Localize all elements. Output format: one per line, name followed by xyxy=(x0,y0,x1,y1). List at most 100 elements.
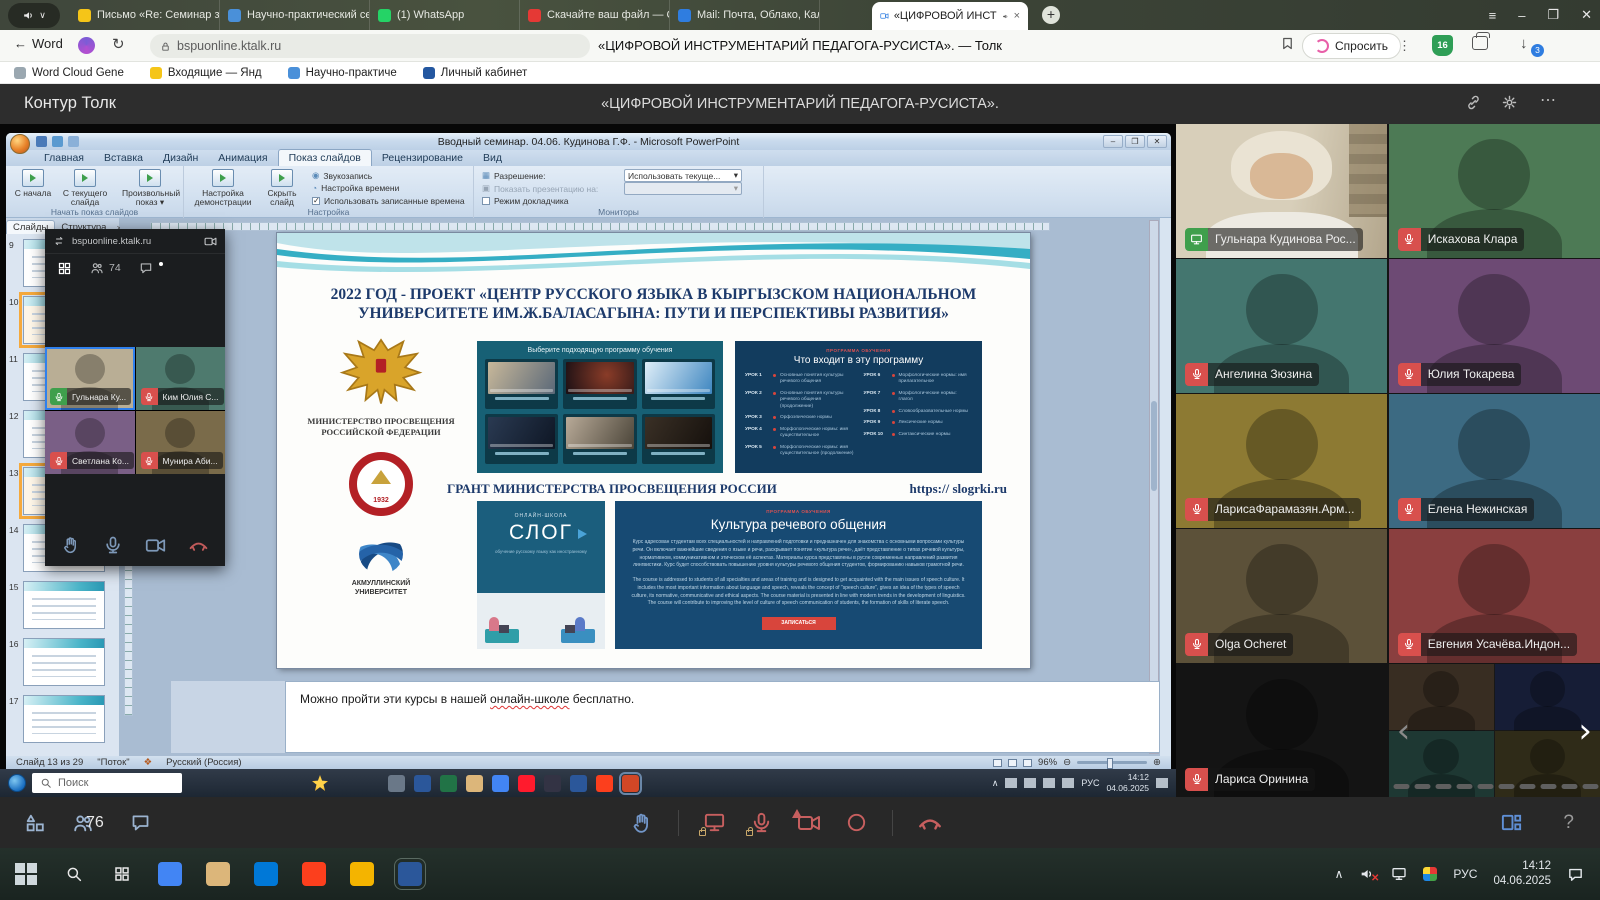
office-button[interactable] xyxy=(10,134,30,154)
window-close-button[interactable]: ✕ xyxy=(1581,7,1592,23)
start-button[interactable] xyxy=(14,862,38,886)
page-dot[interactable] xyxy=(1478,784,1494,789)
switch-tab-icon[interactable] xyxy=(53,235,65,247)
slideshow-view-button[interactable] xyxy=(1023,759,1032,767)
page-dot[interactable] xyxy=(1541,784,1557,789)
participant-tile[interactable]: Евгения Усачёва.Индон... xyxy=(1389,529,1600,663)
pagination-dots[interactable] xyxy=(1389,784,1600,789)
mic-button[interactable] xyxy=(750,811,773,834)
editor-scrollbar[interactable] xyxy=(1149,220,1159,754)
inner-notifications-icon[interactable] xyxy=(1156,778,1168,788)
page-dot[interactable] xyxy=(1499,784,1515,789)
ppt-minimize-button[interactable]: – xyxy=(1103,135,1123,148)
participant-tile[interactable]: Ангелина Зюзина xyxy=(1176,259,1387,393)
page-dot[interactable] xyxy=(1457,784,1473,789)
tray-mic-icon[interactable] xyxy=(1005,778,1017,788)
copy-link-icon[interactable] xyxy=(1465,94,1482,111)
browser-tab-active[interactable]: «ЦИФРОВОЙ ИНСТ × xyxy=(872,2,1028,30)
ppt-maximize-button[interactable]: ❐ xyxy=(1125,135,1145,148)
page-dot[interactable] xyxy=(1583,784,1599,789)
program-video-card[interactable] xyxy=(563,359,636,409)
camera-button[interactable] xyxy=(797,811,821,835)
chat-icon[interactable] xyxy=(139,261,153,275)
tray-volume-icon[interactable] xyxy=(1062,778,1074,788)
use-timings-checkbox[interactable]: Использовать записанные времена xyxy=(312,196,465,206)
tray-chevron-icon[interactable]: ∧ xyxy=(1335,867,1344,881)
new-tab-button[interactable]: + xyxy=(1042,6,1060,24)
program-video-card[interactable] xyxy=(642,359,715,409)
enroll-button[interactable]: ЗАПИСАТЬСЯ xyxy=(762,617,836,630)
inner-app-icon[interactable] xyxy=(622,775,639,792)
slide-thumbnail[interactable] xyxy=(23,581,105,629)
slide-thumbnail-row[interactable]: 17 xyxy=(6,692,119,749)
record-narration-item[interactable]: ◉Звукозапись xyxy=(312,170,372,181)
from-current-slide-button[interactable]: С текущего слайда xyxy=(62,169,108,208)
participant-tile[interactable]: Елена Нежинская xyxy=(1389,394,1600,528)
browser-tab[interactable]: (1) WhatsApp xyxy=(370,0,520,30)
slide-thumbnail[interactable] xyxy=(23,695,105,743)
taskbar-app-icon[interactable] xyxy=(206,862,230,886)
resolution-dropdown[interactable]: Использовать текуще...▾ xyxy=(624,169,742,182)
participant-tile[interactable]: ЛарисаФарамазян.Арм... xyxy=(1176,394,1387,528)
taskbar-search-icon[interactable] xyxy=(62,862,86,886)
ask-menu-icon[interactable]: ⋮ xyxy=(1398,38,1412,54)
inner-app-icon[interactable] xyxy=(492,775,509,792)
pip-participant-tile[interactable]: Ким Юлия С... xyxy=(136,347,226,410)
inner-app-icon[interactable] xyxy=(466,775,483,792)
help-button[interactable]: ? xyxy=(1563,812,1574,834)
tray-display-icon[interactable] xyxy=(1043,778,1055,788)
shared-tabs-icon[interactable] xyxy=(1472,36,1488,50)
page-dot[interactable] xyxy=(1415,784,1431,789)
antivirus-tray-icon[interactable] xyxy=(1423,867,1437,881)
inner-app-icon[interactable] xyxy=(440,775,457,792)
ribbon-tab[interactable]: Рецензирование xyxy=(372,150,473,166)
ribbon-tab[interactable]: Главная xyxy=(34,150,94,166)
presenter-view-checkbox[interactable]: Режим докладчика xyxy=(482,196,569,206)
from-beginning-button[interactable]: С начала xyxy=(10,169,56,198)
notifications-icon[interactable] xyxy=(1567,866,1584,883)
ribbon-tab[interactable]: Вид xyxy=(473,150,512,166)
status-language[interactable]: Русский (Россия) xyxy=(166,757,241,768)
browser-menu-icon[interactable]: ≡ xyxy=(1489,8,1497,23)
program-video-card[interactable] xyxy=(485,414,558,464)
window-restore-button[interactable]: ❐ xyxy=(1547,7,1559,23)
taskbar-app-icon[interactable] xyxy=(254,862,278,886)
tab-audio-button[interactable]: ∨ xyxy=(8,3,60,28)
more-menu-icon[interactable]: ⋯ xyxy=(1540,90,1556,110)
view-layout-button[interactable] xyxy=(1500,811,1523,834)
page-dot[interactable] xyxy=(1394,784,1410,789)
layout-mode-icon[interactable] xyxy=(24,812,46,834)
taskbar-clock[interactable]: 14:12 04.06.2025 xyxy=(1493,859,1551,889)
browser-tab[interactable]: Mail: Почта, Облако, Кале xyxy=(670,0,820,30)
tab-close-icon[interactable]: × xyxy=(1014,10,1020,22)
slide-thumbnail-row[interactable]: 15 xyxy=(6,578,119,635)
browser-tab[interactable]: Письмо «Re: Семинар за xyxy=(70,0,220,30)
browser-tab[interactable]: Научно-практический се xyxy=(220,0,370,30)
raise-hand-icon[interactable] xyxy=(61,535,81,555)
inner-app-icon[interactable] xyxy=(388,775,405,792)
ribbon-tab[interactable]: Дизайн xyxy=(153,150,208,166)
page-dot[interactable] xyxy=(1562,784,1578,789)
bookmark-item[interactable]: Word Cloud Gene xyxy=(14,67,124,79)
raise-hand-button[interactable] xyxy=(630,811,654,835)
program-video-card[interactable] xyxy=(485,359,558,409)
pip-participant-tile[interactable]: Мунира Аби... xyxy=(136,411,226,474)
pip-participants-button[interactable]: 74 xyxy=(90,261,121,275)
inner-app-icon[interactable] xyxy=(414,775,431,792)
custom-show-button[interactable]: Произвольный показ ▾ xyxy=(122,169,178,208)
pip-participant-tile[interactable]: Светлана Ко... xyxy=(45,411,135,474)
inner-language-indicator[interactable]: РУС xyxy=(1081,778,1099,788)
zoom-slider[interactable] xyxy=(1077,761,1147,764)
chat-icon[interactable] xyxy=(130,812,151,833)
ppt-close-button[interactable]: ✕ xyxy=(1147,135,1167,148)
inner-app-icon[interactable] xyxy=(596,775,613,792)
participant-tile[interactable]: Olga Ocheret xyxy=(1176,529,1387,663)
taskbar-app-icon[interactable] xyxy=(302,862,326,886)
record-button[interactable] xyxy=(845,811,868,834)
leave-call-button[interactable] xyxy=(917,810,943,836)
browser-tab[interactable]: Скачайте ваш файл — Со xyxy=(520,0,670,30)
talk-pip-window[interactable]: bspuonline.ktalk.ru 74 Гульнара Ку... xyxy=(45,229,225,566)
taskbar-app-icon[interactable] xyxy=(398,862,422,886)
inner-search-box[interactable]: Поиск xyxy=(32,773,182,793)
zoom-out-button[interactable]: ⊖ xyxy=(1063,757,1071,768)
